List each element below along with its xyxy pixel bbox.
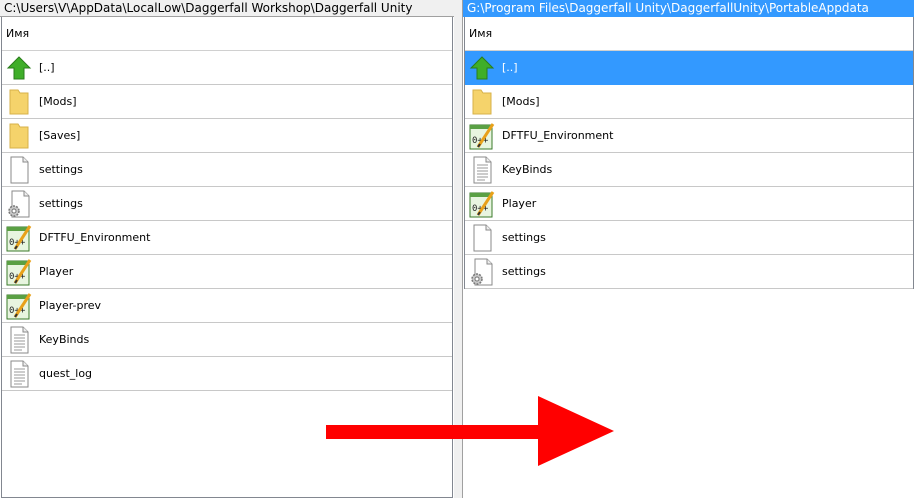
file-row[interactable]: 0++ DFTFU_Environment bbox=[465, 119, 913, 153]
right-file-list: Имя [..] [Mods] 0++ DFTFU_Environment KeyBin… bbox=[464, 17, 914, 289]
up-arrow-icon bbox=[5, 53, 33, 83]
file-name: [Mods] bbox=[502, 95, 540, 108]
file-name: settings bbox=[502, 231, 546, 244]
editor-file-icon: 0++ bbox=[5, 223, 33, 253]
file-name: [Mods] bbox=[39, 95, 77, 108]
right-column-header-name[interactable]: Имя bbox=[465, 17, 913, 51]
file-row[interactable]: [..] bbox=[2, 51, 452, 85]
file-name: Player bbox=[39, 265, 74, 278]
file-name: Player-prev bbox=[39, 299, 102, 312]
text-file-icon bbox=[5, 359, 33, 389]
settings-file-icon bbox=[468, 257, 496, 287]
settings-file-icon bbox=[5, 189, 33, 219]
file-name: KeyBinds bbox=[39, 333, 90, 346]
file-row[interactable]: [Saves] bbox=[2, 119, 452, 153]
file-row[interactable]: settings bbox=[2, 187, 452, 221]
text-file-icon bbox=[5, 325, 33, 355]
folder-icon bbox=[5, 87, 33, 117]
red-arrow-icon bbox=[326, 396, 614, 466]
file-row[interactable]: [Mods] bbox=[2, 85, 452, 119]
right-path-bar[interactable]: G:\Program Files\Daggerfall Unity\Dagger… bbox=[463, 0, 914, 17]
file-row[interactable]: quest_log bbox=[2, 357, 452, 391]
file-row[interactable]: 0++ Player bbox=[2, 255, 452, 289]
editor-file-icon: 0++ bbox=[5, 291, 33, 321]
folder-icon bbox=[5, 121, 33, 151]
file-name: quest_log bbox=[39, 367, 93, 380]
file-row[interactable]: settings bbox=[2, 153, 452, 187]
left-path-bar[interactable]: C:\Users\V\AppData\LocalLow\Daggerfall W… bbox=[0, 0, 454, 17]
file-name: settings bbox=[502, 265, 546, 278]
editor-file-icon: 0++ bbox=[5, 257, 33, 287]
file-row[interactable]: settings bbox=[465, 221, 913, 255]
editor-file-icon: 0++ bbox=[468, 121, 496, 151]
file-name: [Saves] bbox=[39, 129, 81, 142]
file-name: settings bbox=[39, 197, 83, 210]
blank-file-icon bbox=[468, 223, 496, 253]
blank-file-icon bbox=[5, 155, 33, 185]
text-file-icon bbox=[468, 155, 496, 185]
file-name: KeyBinds bbox=[502, 163, 553, 176]
file-row[interactable]: KeyBinds bbox=[2, 323, 452, 357]
file-name: DFTFU_Environment bbox=[39, 231, 151, 244]
file-row[interactable]: 0++ DFTFU_Environment bbox=[2, 221, 452, 255]
folder-icon bbox=[468, 87, 496, 117]
file-name: settings bbox=[39, 163, 83, 176]
file-name: [..] bbox=[39, 61, 55, 74]
left-column-header-name[interactable]: Имя bbox=[2, 17, 452, 51]
file-row[interactable]: [Mods] bbox=[465, 85, 913, 119]
editor-file-icon: 0++ bbox=[468, 189, 496, 219]
file-row[interactable]: 0++ Player-prev bbox=[2, 289, 452, 323]
file-name: [..] bbox=[502, 61, 518, 74]
file-name: DFTFU_Environment bbox=[502, 129, 614, 142]
up-arrow-icon bbox=[468, 53, 496, 83]
file-row[interactable]: settings bbox=[465, 255, 913, 289]
file-row[interactable]: 0++ Player bbox=[465, 187, 913, 221]
file-name: Player bbox=[502, 197, 537, 210]
file-row[interactable]: KeyBinds bbox=[465, 153, 913, 187]
file-row[interactable]: [..] bbox=[465, 51, 913, 85]
